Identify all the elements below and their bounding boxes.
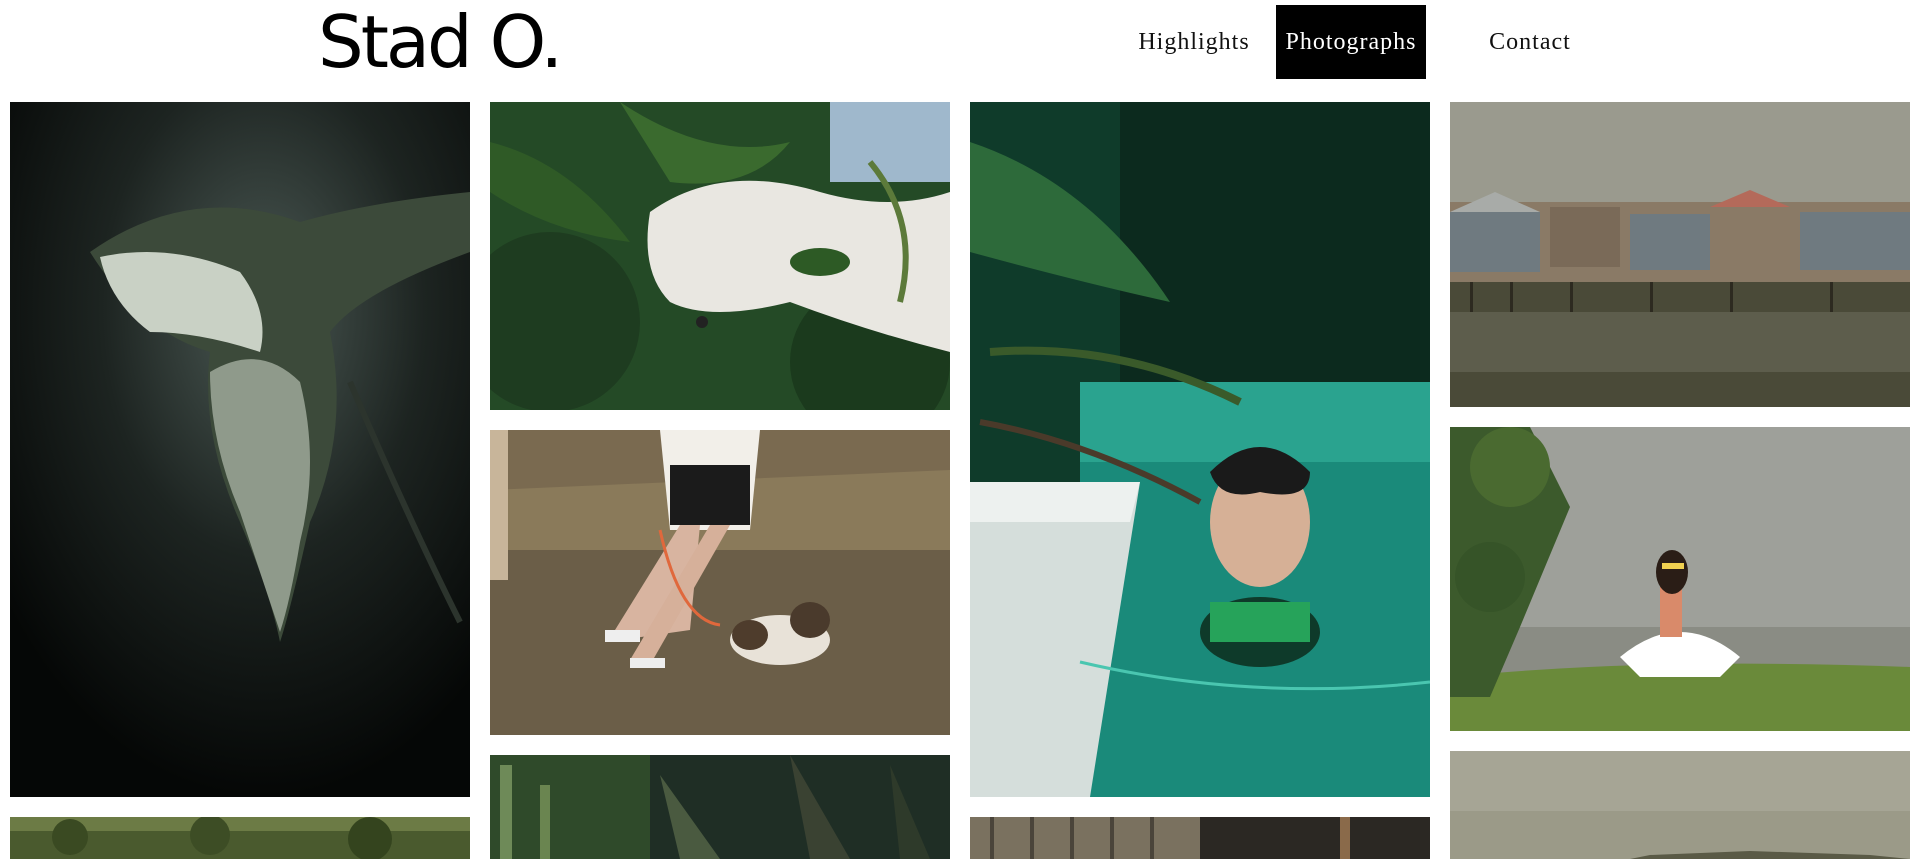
- photo-stilt-houses[interactable]: [1450, 102, 1910, 407]
- photo-walking-dog[interactable]: [490, 430, 950, 735]
- photo-cactus-garden[interactable]: [490, 755, 950, 859]
- logo-text: Stad O.: [318, 0, 563, 84]
- photo-cloudy-sky[interactable]: [1450, 751, 1910, 859]
- site-header: Stad O. Highlights Photographs Contact: [0, 0, 1916, 102]
- nav-highlights[interactable]: Highlights: [1119, 5, 1269, 79]
- photo-woman-on-hill[interactable]: [1450, 427, 1910, 731]
- photo-forest[interactable]: [10, 817, 470, 859]
- photo-dog-in-bush[interactable]: [490, 102, 950, 410]
- photo-wooden-structure[interactable]: [970, 817, 1430, 859]
- nav-contact[interactable]: Contact: [1466, 5, 1594, 79]
- photo-leaf[interactable]: [10, 102, 470, 797]
- nav-photographs[interactable]: Photographs: [1276, 5, 1426, 79]
- photo-boy-in-pool[interactable]: [970, 102, 1430, 797]
